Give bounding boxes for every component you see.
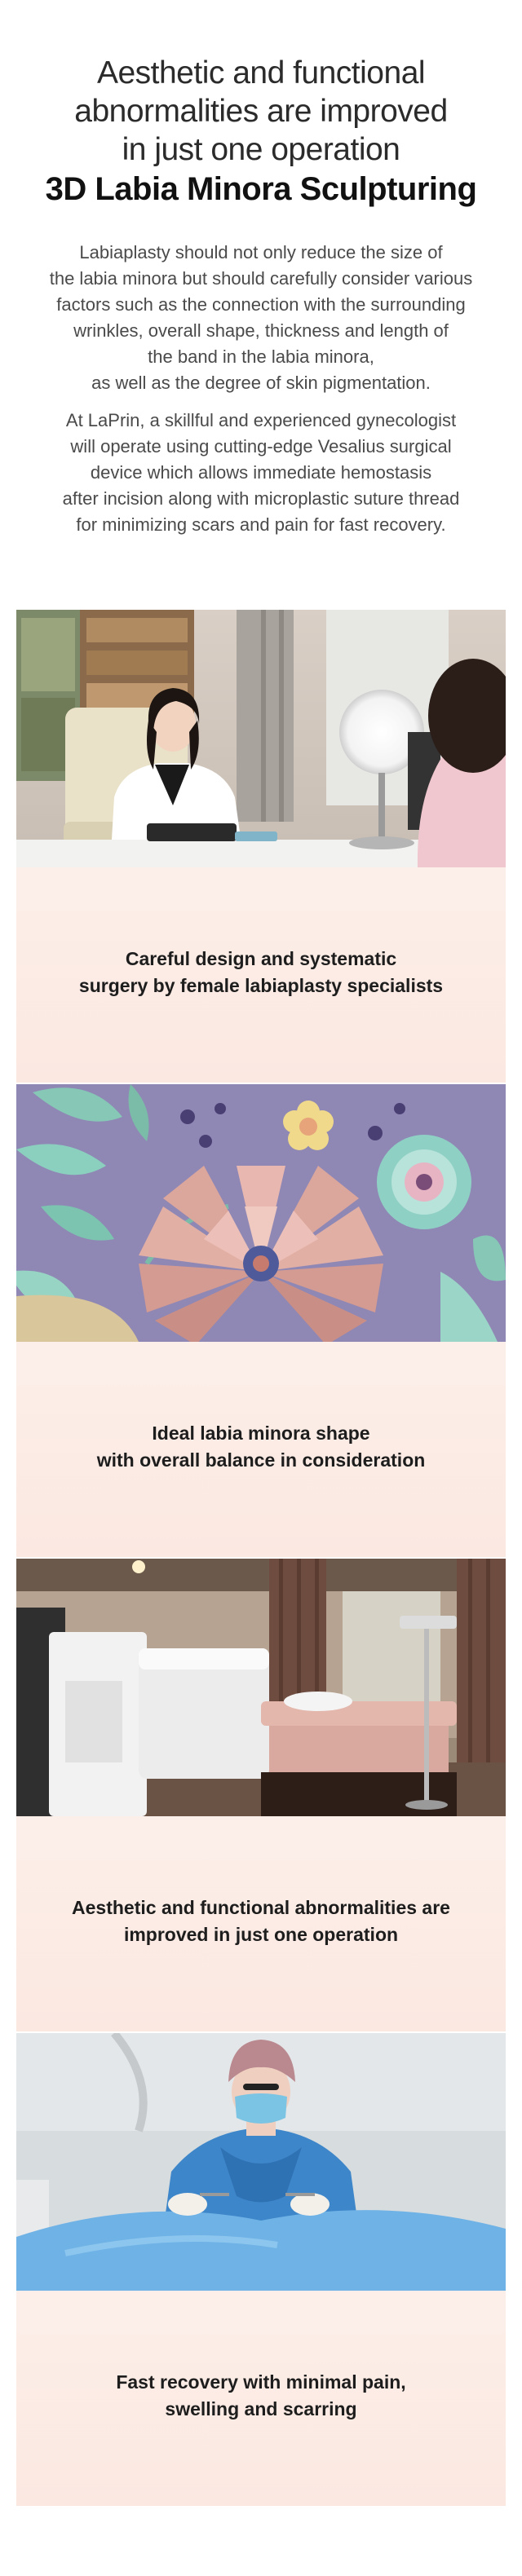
feature-caption-line: Fast recovery with minimal pain, bbox=[116, 2371, 406, 2393]
intro-line: wrinkles, overall shape, thickness and l… bbox=[73, 320, 449, 341]
feature-caption-line: surgery by female labiaplasty specialist… bbox=[78, 975, 444, 996]
surgeon-operating-photo bbox=[16, 2033, 506, 2291]
treatment-room-photo bbox=[16, 1559, 506, 1816]
intro-line: will operate using cutting-edge Vesalius… bbox=[70, 436, 452, 457]
intro-line: after incision along with microplastic s… bbox=[62, 488, 460, 509]
intro-line: factors such as the connection with the … bbox=[56, 294, 466, 315]
feature-caption-line: improved in just one operation bbox=[123, 1924, 399, 1945]
hero-title-line: in just one operation bbox=[122, 132, 400, 167]
feature-caption: Ideal labia minora shape with overall ba… bbox=[16, 1420, 506, 1474]
intro-line: Labiaplasty should not only reduce the s… bbox=[79, 242, 443, 262]
intro-line: as well as the degree of skin pigmentati… bbox=[91, 373, 431, 393]
feature-card-flowers: Ideal labia minora shape with overall ba… bbox=[16, 1084, 506, 1557]
feature-caption: Careful design and systematic surgery by… bbox=[16, 946, 506, 999]
feature-caption-line: swelling and scarring bbox=[165, 2398, 357, 2419]
feature-card-doctor: Careful design and systematic surgery by… bbox=[16, 610, 506, 1083]
doctor-consultation-photo bbox=[16, 610, 506, 867]
feature-card-surgeon: Fast recovery with minimal pain, swellin… bbox=[16, 2033, 506, 2506]
feature-caption-line: with overall balance in consideration bbox=[96, 1449, 426, 1471]
procedure-heading: 3D Labia Minora Sculpturing bbox=[45, 171, 477, 207]
intro-line: the labia minora but should carefully co… bbox=[49, 268, 473, 289]
intro-paragraph-1: Labiaplasty should not only reduce the s… bbox=[16, 240, 506, 396]
intro-line: the band in the labia minora, bbox=[148, 346, 374, 367]
hero-title-line: abnormalities are improved bbox=[74, 94, 448, 129]
feature-caption: Aesthetic and functional abnormalities a… bbox=[16, 1895, 506, 1948]
feature-caption: Fast recovery with minimal pain, swellin… bbox=[16, 2369, 506, 2423]
hero-section: Aesthetic and functional abnormalities a… bbox=[0, 0, 522, 603]
intro-paragraph-2: At LaPrin, a skillful and experienced gy… bbox=[16, 408, 506, 538]
feature-caption-line: Aesthetic and functional abnormalities a… bbox=[72, 1897, 450, 1918]
feature-caption-line: Ideal labia minora shape bbox=[152, 1423, 370, 1444]
feature-card-panel: Ideal labia minora shape with overall ba… bbox=[16, 1342, 506, 1557]
hero-title: Aesthetic and functional abnormalities a… bbox=[0, 54, 522, 210]
feature-card-panel: Careful design and systematic surgery by… bbox=[16, 867, 506, 1083]
feature-caption-line: Careful design and systematic bbox=[125, 948, 397, 969]
feature-card-room: Aesthetic and functional abnormalities a… bbox=[16, 1559, 506, 2031]
intro-line: device which allows immediate hemostasis bbox=[90, 462, 432, 483]
feature-card-panel: Fast recovery with minimal pain, swellin… bbox=[16, 2291, 506, 2506]
feature-card-panel: Aesthetic and functional abnormalities a… bbox=[16, 1816, 506, 2031]
hero-title-line: Aesthetic and functional bbox=[96, 55, 426, 90]
paper-flowers-photo bbox=[16, 1084, 506, 1342]
intro-line: for minimizing scars and pain for fast r… bbox=[76, 514, 446, 535]
intro-line: At LaPrin, a skillful and experienced gy… bbox=[65, 410, 457, 430]
